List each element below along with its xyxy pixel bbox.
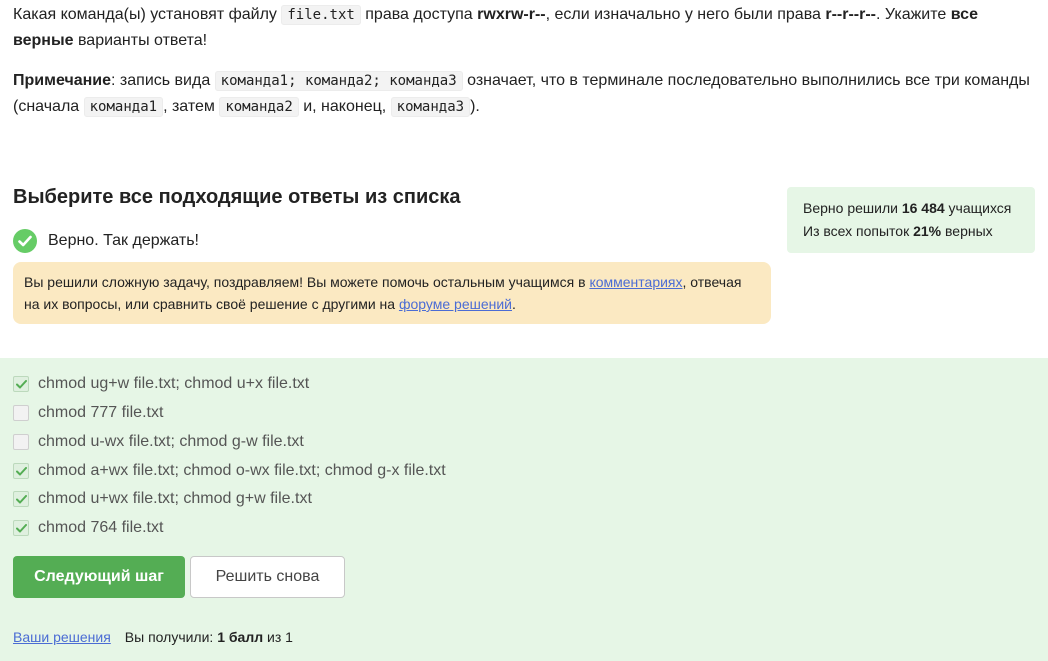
- checkbox-unchecked[interactable]: [13, 434, 29, 450]
- question-text-part: . Укажите: [876, 6, 951, 23]
- comments-link[interactable]: комментариях: [589, 274, 682, 290]
- code-command3: команда3: [390, 97, 471, 117]
- submission-footer: Ваши решения Вы получили: 1 балл из 1: [13, 629, 293, 645]
- note-text-part: , затем: [163, 98, 220, 115]
- stat-text: Верно решили: [803, 200, 902, 216]
- note-text-part: ).: [470, 98, 480, 115]
- question-text-part: варианты ответа!: [73, 32, 208, 49]
- answer-option[interactable]: chmod a+wx file.txt; chmod o-wx file.txt…: [13, 462, 446, 480]
- check-circle-icon: [13, 229, 37, 253]
- note-text-part: и, наконец,: [298, 98, 391, 115]
- your-solutions-link[interactable]: Ваши решения: [13, 629, 111, 645]
- checkbox-checked[interactable]: [13, 376, 29, 392]
- solve-again-button[interactable]: Решить снова: [190, 556, 345, 598]
- question-paragraph: Какая команда(ы) установят файлу file.tx…: [13, 2, 1033, 54]
- checkbox-checked[interactable]: [13, 463, 29, 479]
- question-text-part: права доступа: [360, 6, 478, 23]
- score-suffix: из 1: [263, 629, 293, 645]
- code-command1: команда1: [83, 97, 164, 117]
- stat-text: учащихся: [944, 200, 1012, 216]
- answer-option[interactable]: chmod u-wx file.txt; chmod g-w file.txt: [13, 433, 304, 451]
- answers-panel: chmod ug+w file.txt; chmod u+x file.txt c…: [0, 358, 1048, 661]
- answer-option[interactable]: chmod 777 file.txt: [13, 404, 163, 422]
- initial-permissions: r--r--r--: [825, 6, 877, 23]
- section-title: Выберите все подходящие ответы из списка: [13, 186, 461, 208]
- target-permissions: rwxrw-r--: [477, 6, 546, 23]
- attempts-stat: Из всех попыток 21% верных: [803, 220, 1019, 243]
- note-text-part: : запись вида: [111, 72, 215, 89]
- congrats-hint: Вы решили сложную задачу, поздравляем! В…: [13, 262, 771, 324]
- question-text-part: Какая команда(ы) установят файлу: [13, 6, 282, 23]
- checkbox-unchecked[interactable]: [13, 405, 29, 421]
- solved-count: 16 484: [901, 200, 945, 216]
- answer-option-label: chmod u-wx file.txt; chmod g-w file.txt: [38, 433, 304, 450]
- hint-text-part: Вы решили сложную задачу, поздравляем! В…: [24, 274, 590, 290]
- verdict-text: Верно. Так держать!: [48, 232, 199, 249]
- note-label: Примечание: [13, 72, 112, 89]
- checkbox-checked[interactable]: [13, 520, 29, 536]
- code-file-name: file.txt: [281, 5, 361, 25]
- note-paragraph: Примечание: запись вида команда1; команд…: [13, 68, 1033, 120]
- stat-text: Из всех попыток: [803, 223, 914, 239]
- checkbox-checked[interactable]: [13, 491, 29, 507]
- checkmark-icon: [15, 523, 27, 532]
- score-value: 1 балл: [217, 629, 264, 645]
- attempts-percent: 21%: [913, 223, 942, 239]
- hint-text-part: .: [512, 296, 516, 312]
- code-command2: команда2: [219, 97, 299, 117]
- answer-option-label: chmod 777 file.txt: [38, 404, 164, 421]
- score-prefix: Вы получили:: [124, 629, 218, 645]
- solutions-forum-link[interactable]: форуме решений: [399, 296, 512, 312]
- answer-option[interactable]: chmod ug+w file.txt; chmod u+x file.txt: [13, 375, 309, 393]
- answer-option-label: chmod u+wx file.txt; chmod g+w file.txt: [38, 490, 312, 507]
- answer-option-label: chmod ug+w file.txt; chmod u+x file.txt: [38, 375, 310, 392]
- answer-option-label: chmod a+wx file.txt; chmod o-wx file.txt…: [38, 462, 446, 479]
- stats-panel: Верно решили 16 484 учащихся Из всех поп…: [787, 187, 1035, 253]
- checkmark-icon: [15, 379, 27, 388]
- score-text: Вы получили: 1 балл из 1: [125, 629, 293, 645]
- answer-option[interactable]: chmod 764 file.txt: [13, 519, 163, 537]
- answer-option-label: chmod 764 file.txt: [38, 519, 164, 536]
- answer-option[interactable]: chmod u+wx file.txt; chmod g+w file.txt: [13, 490, 312, 508]
- next-step-button[interactable]: Следующий шаг: [13, 556, 185, 598]
- verdict: Верно. Так держать!: [13, 229, 199, 253]
- checkmark-icon: [15, 494, 27, 503]
- stat-text: верных: [941, 223, 993, 239]
- code-command-sequence: команда1; команда2; команда3: [214, 71, 463, 91]
- question-text: Какая команда(ы) установят файлу file.tx…: [13, 2, 1033, 134]
- checkmark-icon: [15, 466, 27, 475]
- solved-stat: Верно решили 16 484 учащихся: [803, 197, 1019, 220]
- question-text-part: , если изначально у него были права: [545, 6, 826, 23]
